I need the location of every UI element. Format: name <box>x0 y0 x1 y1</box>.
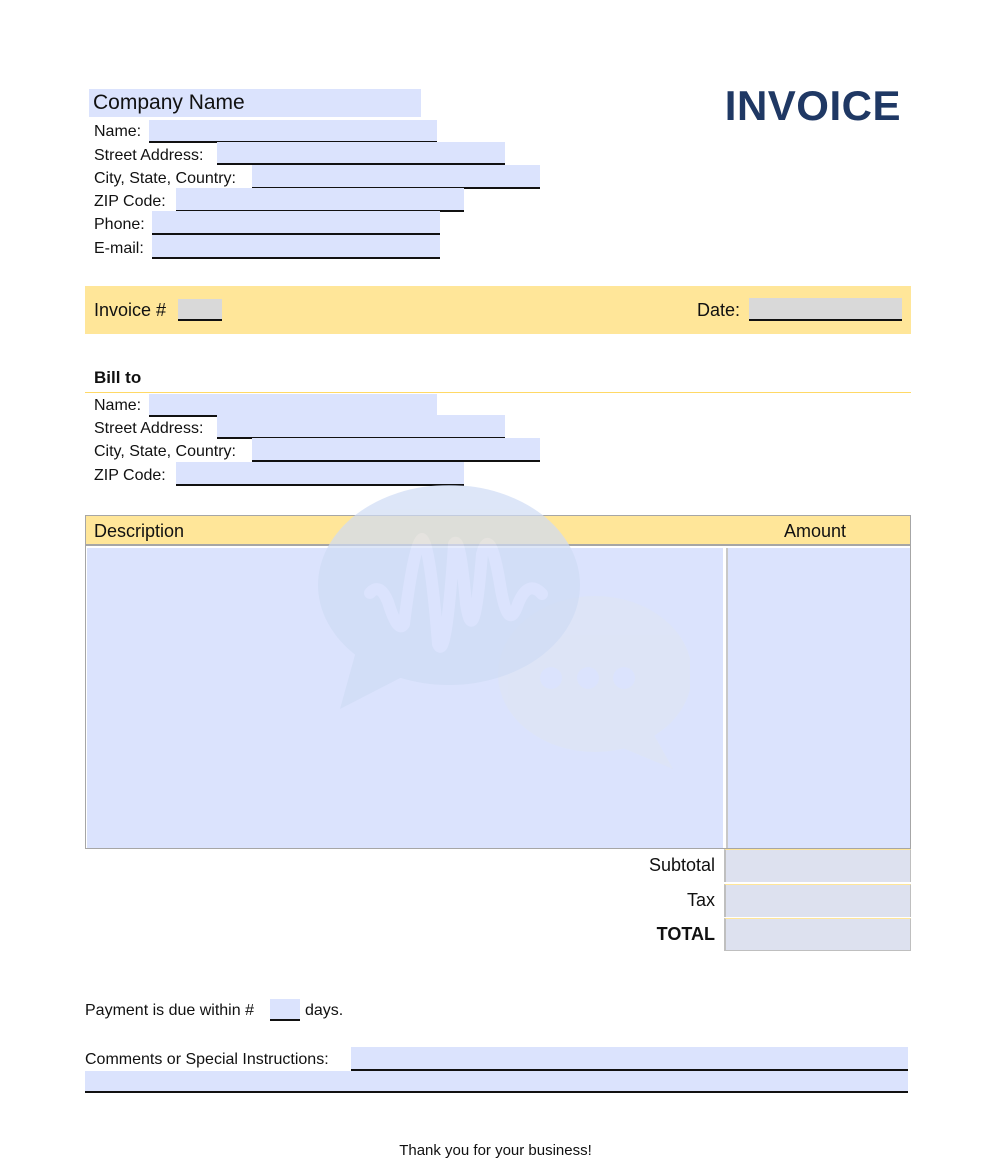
comments-label: Comments or Special Instructions: <box>85 1051 329 1068</box>
bill-zip-label: ZIP Code: <box>94 467 166 484</box>
tax-input[interactable] <box>724 884 911 917</box>
bill-to-heading: Bill to <box>94 368 142 387</box>
bill-city-label: City, State, Country: <box>94 443 236 460</box>
company-zip-input[interactable] <box>176 188 464 212</box>
invoice-title: INVOICE <box>724 82 901 129</box>
company-name-field[interactable]: Company Name <box>89 89 421 117</box>
payment-days-input[interactable] <box>270 999 300 1021</box>
items-table: Description Amount <box>85 515 911 849</box>
items-table-header: Description Amount <box>86 516 910 546</box>
bill-city-input[interactable] <box>252 438 540 462</box>
company-street-input[interactable] <box>217 142 505 165</box>
company-zip-label: ZIP Code: <box>94 193 166 210</box>
comments-input-line-2[interactable] <box>85 1071 908 1093</box>
company-city-input[interactable] <box>252 165 540 189</box>
amount-input[interactable] <box>726 548 910 848</box>
company-street-label: Street Address: <box>94 147 204 164</box>
bill-name-label: Name: <box>94 397 142 414</box>
invoice-number-label: Invoice # <box>94 300 167 320</box>
bill-to-divider <box>85 392 911 393</box>
description-input[interactable] <box>87 548 723 848</box>
company-city-label: City, State, Country: <box>94 170 236 187</box>
payment-prefix: Payment is due within # <box>85 1002 254 1019</box>
subtotal-label: Subtotal <box>648 855 715 875</box>
total-label: TOTAL <box>656 924 715 944</box>
date-label: Date: <box>697 300 741 320</box>
tax-label: Tax <box>686 890 715 910</box>
company-contact-name-input[interactable] <box>149 120 437 143</box>
company-phone-input[interactable] <box>152 211 440 235</box>
bill-street-label: Street Address: <box>94 420 204 437</box>
date-input[interactable] <box>749 298 902 321</box>
subtotal-input[interactable] <box>724 849 911 882</box>
invoice-number-input[interactable] <box>178 299 222 321</box>
bill-street-input[interactable] <box>217 415 505 439</box>
bill-zip-input[interactable] <box>176 462 464 486</box>
company-phone-label: Phone: <box>94 216 145 233</box>
total-input[interactable] <box>724 918 911 951</box>
company-name-label: Name: <box>94 123 142 140</box>
invoice-info-bar: Invoice # Date: <box>85 286 911 334</box>
comments-input-line-1[interactable] <box>351 1047 908 1071</box>
company-email-label: E-mail: <box>94 240 144 257</box>
column-header-description: Description <box>94 521 185 541</box>
thank-you-message: Thank you for your business! <box>399 1142 592 1159</box>
column-header-amount: Amount <box>784 521 847 541</box>
payment-suffix: days. <box>305 1002 344 1019</box>
bill-name-input[interactable] <box>149 394 437 417</box>
company-email-input[interactable] <box>152 235 440 259</box>
